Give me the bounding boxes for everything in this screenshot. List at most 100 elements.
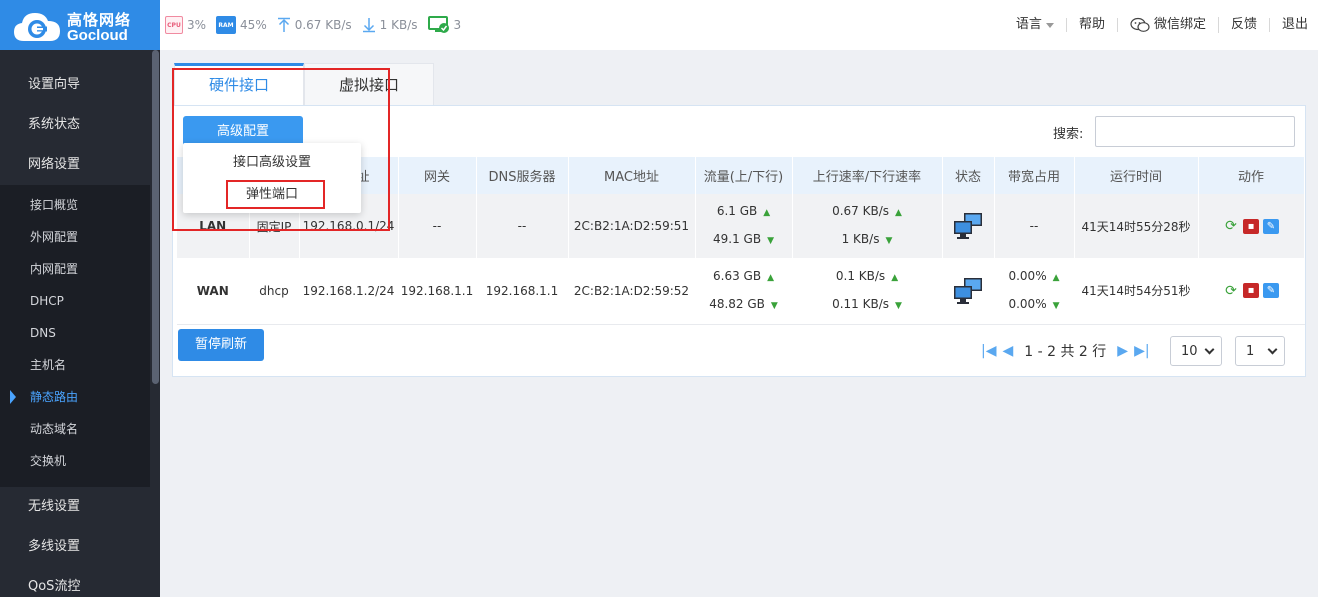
arrow-down-icon: ▼ [885,236,893,246]
bandwidth-down-value: 0.00% [1008,296,1047,311]
cpu-icon: CPU [165,16,183,34]
wechat-bind-link[interactable]: 微信绑定 [1118,17,1219,33]
arrow-up-icon: ▲ [767,272,774,283]
pagination: |◀ ◀ 1 - 2 共 2 行 ▶ ▶| [978,336,1153,366]
edit-icon[interactable]: ✎ [1263,283,1279,299]
help-link[interactable]: 帮助 [1067,18,1118,32]
rate-down-value: 1 KB/s [841,232,880,246]
page-number-value: 1 [1246,343,1255,359]
sidebar-item-interface-overview[interactable]: 接口概览 [0,189,160,221]
cell-mac: 2C:B2:1A:D2:59:51 [568,194,696,258]
cell-gateway: 192.168.1.1 [398,258,477,325]
sidebar-item-dhcp[interactable]: DHCP [0,285,160,317]
top-nav: 语言 帮助 微信绑定 反馈 退出 [1004,0,1318,50]
cpu-value: 3% [187,18,207,32]
col-header-gateway: 网关 [398,157,477,194]
arrow-down-icon: ▼ [770,300,778,311]
cell-status [942,194,995,258]
upload-stat: 0.67 KB/s [277,17,352,33]
table-row: WAN dhcp 192.168.1.2/24 192.168.1.1 192.… [177,258,1305,325]
next-page-icon[interactable]: ▶ [1117,343,1128,359]
ram-value: 45% [240,18,267,32]
logo: 高恪网络 Gocloud [0,0,160,50]
col-header-dns: DNS服务器 [476,157,569,194]
sidebar-item-lan-config[interactable]: 内网配置 [0,253,160,285]
sidebar-item-switch[interactable]: 交换机 [0,445,160,477]
sidebar-item-system-status[interactable]: 系统状态 [0,105,160,145]
sidebar-item-ddns[interactable]: 动态域名 [0,413,160,445]
col-header-rate: 上行速率/下行速率 [792,157,943,194]
chevron-down-icon [1204,344,1215,354]
cell-dns: -- [476,194,569,258]
sidebar-item-network-settings[interactable]: 网络设置 [0,145,160,185]
bandwidth-value: -- [1029,219,1039,233]
cell-traffic: 6.63 GB ▲ 48.82 GB ▼ [695,258,793,325]
cell-ip: 192.168.1.2/24 [299,258,399,325]
cell-bandwidth: 0.00% ▲ 0.00% ▼ [994,258,1075,325]
first-page-icon[interactable]: |◀ [981,343,996,359]
cell-rate: 0.1 KB/s ▲ 0.11 KB/s ▼ [792,258,943,325]
col-header-traffic: 流量(上/下行) [695,157,793,194]
search-input[interactable] [1095,116,1295,147]
cell-status [942,258,995,325]
refresh-icon[interactable]: ⟳ [1223,283,1239,299]
sidebar-item-setup-wizard[interactable]: 设置向导 [0,65,160,105]
cell-name: WAN [177,258,250,325]
logout-link[interactable]: 退出 [1270,18,1318,32]
clients-stat: 3 [427,16,461,34]
disable-icon[interactable]: ▪ [1243,218,1259,234]
wechat-label: 微信绑定 [1153,17,1206,32]
search-label: 搜索: [1053,127,1084,142]
feedback-label: 反馈 [1230,17,1257,32]
ram-icon: RAM [216,16,237,34]
sidebar-item-dns[interactable]: DNS [0,317,160,349]
sidebar: 设置向导 系统状态 网络设置 接口概览 外网配置 内网配置 DHCP DNS 主… [0,50,160,597]
arrow-up-icon: ▲ [1052,272,1060,283]
language-menu[interactable]: 语言 [1004,18,1067,32]
sidebar-submenu: 接口概览 外网配置 内网配置 DHCP DNS 主机名 静态路由 动态域名 交换… [0,185,160,487]
arrow-down-icon: ▼ [895,300,902,311]
download-stat: 1 KB/s [362,17,418,33]
caret-down-icon [1045,22,1054,28]
sidebar-item-hostname[interactable]: 主机名 [0,349,160,381]
sidebar-item-wireless[interactable]: 无线设置 [0,487,160,527]
traffic-down-value: 49.1 GB [713,232,762,246]
cell-mac: 2C:B2:1A:D2:59:52 [568,258,696,325]
cell-type: dhcp [249,258,300,325]
sidebar-item-multiline[interactable]: 多线设置 [0,527,160,567]
page-number-select[interactable]: 1 [1235,336,1285,366]
pause-refresh-button[interactable]: 暂停刷新 [178,329,264,361]
sidebar-item-static-route[interactable]: 静态路由 [0,381,160,413]
arrow-up-icon: ▲ [763,208,771,218]
last-page-icon[interactable]: ▶| [1134,343,1149,359]
feedback-link[interactable]: 反馈 [1219,18,1270,32]
refresh-icon[interactable]: ⟳ [1223,218,1239,234]
sidebar-item-wan-config[interactable]: 外网配置 [0,221,160,253]
network-status-icon [954,213,982,239]
upload-arrow-icon [277,17,290,32]
sidebar-item-qos[interactable]: QoS流控 [0,567,160,597]
disable-icon[interactable]: ▪ [1243,283,1259,299]
cell-rate: 0.67 KB/s ▲ 1 KB/s ▼ [792,194,943,258]
traffic-up-value: 6.63 GB [713,268,762,283]
bandwidth-up-value: 0.00% [1008,268,1047,283]
page-size-select[interactable]: 10 [1170,336,1222,366]
cell-actions: ⟳ ▪ ✎ [1198,194,1305,258]
sidebar-scrollbar-thumb[interactable] [152,50,159,384]
network-status-icon [954,277,982,304]
col-header-actions: 动作 [1198,157,1305,194]
rate-down-value: 0.11 KB/s [832,296,889,311]
col-header-status: 状态 [942,157,995,194]
logout-label: 退出 [1281,17,1308,32]
edit-icon[interactable]: ✎ [1263,218,1279,234]
top-bar: 高恪网络 Gocloud CPU 3% RAM 45% 0.67 KB/s 1 … [0,0,1318,50]
arrow-up-icon: ▲ [895,208,902,218]
system-stats: CPU 3% RAM 45% 0.67 KB/s 1 KB/s 3 [165,0,471,50]
prev-page-icon[interactable]: ◀ [1002,343,1013,359]
cell-uptime: 41天14时55分28秒 [1074,194,1199,258]
cell-traffic: 6.1 GB ▲ 49.1 GB ▼ [695,194,793,258]
ram-stat: RAM 45% [216,16,267,34]
cell-bandwidth: -- [994,194,1075,258]
page-info: 1 - 2 共 2 行 [1024,344,1107,360]
language-label: 语言 [1015,17,1042,32]
